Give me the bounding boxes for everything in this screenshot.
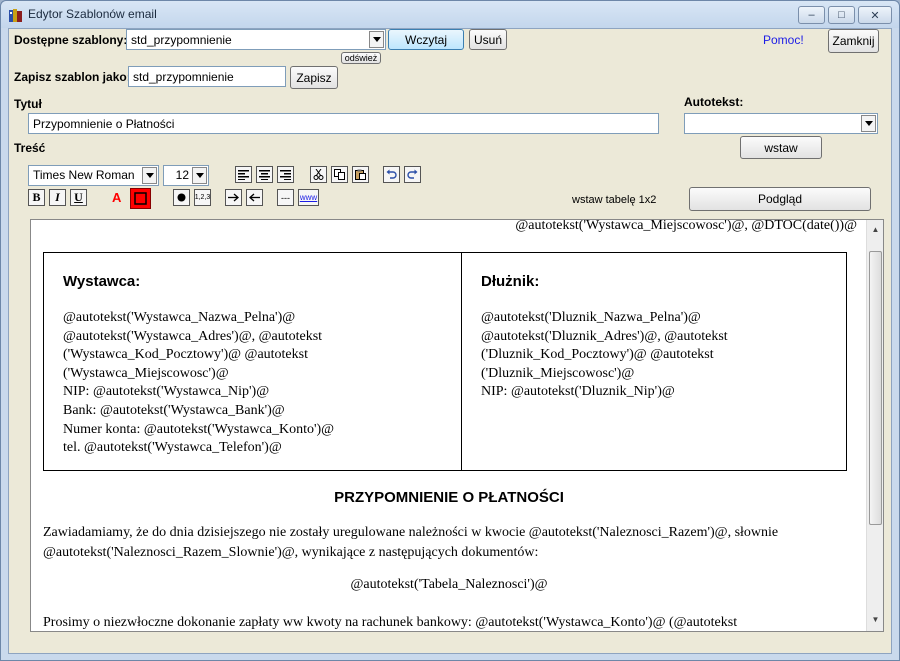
document-heading: PRZYPOMNIENIE O PŁATNOŚCI xyxy=(334,489,564,506)
chevron-down-icon[interactable] xyxy=(369,31,384,48)
insert-table-link[interactable]: wstaw tabelę 1x2 xyxy=(572,194,656,206)
table-divider xyxy=(461,253,462,470)
underline-button[interactable]: U xyxy=(70,189,87,206)
scroll-up-icon[interactable]: ▲ xyxy=(870,225,881,236)
indent-icon[interactable] xyxy=(225,189,242,206)
bold-button[interactable]: B xyxy=(28,189,45,206)
outdent-icon[interactable] xyxy=(246,189,263,206)
scroll-down-icon[interactable]: ▼ xyxy=(870,615,881,626)
content-label: Treść xyxy=(14,141,46,155)
debtor-heading: Dłużnik: xyxy=(481,273,540,290)
client-area: Dostępne szablony: std_przypomnienie Wcz… xyxy=(8,28,892,654)
issuer-line: NIP: @autotekst('Wystawca_Nip')@ xyxy=(63,384,270,400)
font-color-button[interactable]: A xyxy=(112,190,121,205)
font-family-value: Times New Roman xyxy=(33,168,135,182)
templates-label: Dostępne szablony: xyxy=(14,33,128,47)
insert-link-button[interactable]: www xyxy=(298,189,319,206)
close-icon: ✕ xyxy=(870,9,880,22)
parties-table: Wystawca: @autotekst('Wystawca_Nazwa_Pel… xyxy=(43,252,847,471)
scrollbar-thumb[interactable] xyxy=(869,251,882,525)
background-color-button[interactable] xyxy=(130,188,151,209)
templates-select[interactable]: std_przypomnienie xyxy=(126,29,386,50)
issuer-line: ('Wystawca_Kod_Pocztowy')@ @autotekst xyxy=(63,347,308,363)
title-bar[interactable]: Edytor Szablonów email ‒ □ ✕ xyxy=(1,1,899,28)
save-name-input[interactable]: std_przypomnienie xyxy=(128,66,286,87)
italic-button[interactable]: I xyxy=(49,189,66,206)
insert-autotext-button[interactable]: wstaw xyxy=(740,136,822,159)
preview-button[interactable]: Podgląd xyxy=(689,187,871,211)
debtor-line: ('Dluznik_Miejscowosc')@ xyxy=(481,365,635,381)
issuer-line: tel. @autotekst('Wystawca_Telefon')@ xyxy=(63,440,282,456)
debtor-line: @autotekst('Dluznik_Adres')@, @autotekst xyxy=(481,328,728,344)
issuer-line: Bank: @autotekst('Wystawca_Bank')@ xyxy=(63,402,285,418)
save-button[interactable]: Zapisz xyxy=(290,66,338,89)
font-size-select[interactable]: 12 xyxy=(163,165,209,186)
bullet-list-icon[interactable] xyxy=(173,189,190,206)
font-size-value: 12 xyxy=(175,168,189,182)
autotext-label: Autotekst: xyxy=(684,95,744,109)
minimize-button[interactable]: ‒ xyxy=(798,6,825,24)
issuer-line: Numer konta: @autotekst('Wystawca_Konto'… xyxy=(63,421,335,437)
close-window-button[interactable]: ✕ xyxy=(858,6,892,24)
debtor-details: @autotekst('Dluznik_Nazwa_Pelna')@ @auto… xyxy=(481,309,728,402)
undo-icon[interactable] xyxy=(383,166,400,183)
redo-icon[interactable] xyxy=(404,166,421,183)
debtor-line: NIP: @autotekst('Dluznik_Nip')@ xyxy=(481,384,675,400)
editor-window: Edytor Szablonów email ‒ □ ✕ Dostępne sz… xyxy=(0,0,900,661)
align-center-icon[interactable] xyxy=(256,166,273,183)
issuer-details: @autotekst('Wystawca_Nazwa_Pelna')@ @aut… xyxy=(63,309,334,458)
help-link[interactable]: Pomoc! xyxy=(763,33,804,47)
rich-text-editor[interactable]: @autotekst('Wystawca_Miejscowosc')@, @DT… xyxy=(30,219,884,632)
title-label: Tytuł xyxy=(14,97,42,111)
paragraph-line: @autotekst('Naleznosci_Razem_Slownie')@,… xyxy=(43,545,539,560)
paragraph-line: Zawiadamiamy, że do dnia dzisiejszego ni… xyxy=(43,525,779,540)
align-left-icon[interactable] xyxy=(235,166,252,183)
load-template-button[interactable]: Wczytaj xyxy=(388,29,464,50)
chevron-down-icon[interactable] xyxy=(192,167,207,184)
title-input[interactable]: Przypomnienie o Płatności xyxy=(28,113,659,134)
minimize-icon: ‒ xyxy=(808,9,815,21)
debtor-line: ('Dluznik_Kod_Pocztowy')@ @autotekst xyxy=(481,347,714,363)
templates-select-value: std_przypomnienie xyxy=(131,33,232,47)
issuer-line: ('Wystawca_Miejscowosc')@ xyxy=(63,365,229,381)
maximize-icon: □ xyxy=(838,9,845,21)
app-icon xyxy=(8,7,24,23)
paragraph-line: Prosimy o niezwłoczne dokonanie zapłaty … xyxy=(43,615,738,630)
date-line: @autotekst('Wystawca_Miejscowosc')@, @DT… xyxy=(515,220,857,233)
issuer-line: @autotekst('Wystawca_Nazwa_Pelna')@ xyxy=(63,310,296,325)
editor-content[interactable]: @autotekst('Wystawca_Miejscowosc')@, @DT… xyxy=(31,220,867,631)
refresh-button[interactable]: odśwież xyxy=(341,52,381,64)
font-family-select[interactable]: Times New Roman xyxy=(28,165,159,186)
issuer-line: @autotekst('Wystawca_Adres')@, @autoteks… xyxy=(63,328,323,344)
numbered-list-button[interactable]: 1,2,3 xyxy=(194,189,211,206)
align-right-icon[interactable] xyxy=(277,166,294,183)
maximize-button[interactable]: □ xyxy=(828,6,855,24)
close-button[interactable]: Zamknij xyxy=(828,29,879,53)
debtor-line: @autotekst('Dluznik_Nazwa_Pelna')@ xyxy=(481,310,701,325)
vertical-scrollbar[interactable]: ▲ ▼ xyxy=(866,220,883,631)
autotext-select[interactable] xyxy=(684,113,878,134)
table-placeholder: @autotekst('Tabela_Naleznosci')@ xyxy=(350,577,548,592)
save-as-label: Zapisz szablon jako: xyxy=(14,70,131,84)
chevron-down-icon[interactable] xyxy=(142,167,157,184)
copy-icon[interactable] xyxy=(331,166,348,183)
horizontal-rule-button[interactable]: --- xyxy=(277,189,294,206)
window-title: Edytor Szablonów email xyxy=(28,7,157,21)
issuer-heading: Wystawca: xyxy=(63,273,141,290)
chevron-down-icon[interactable] xyxy=(861,115,876,132)
paste-icon[interactable] xyxy=(352,166,369,183)
delete-template-button[interactable]: Usuń xyxy=(469,29,507,50)
cut-icon[interactable] xyxy=(310,166,327,183)
